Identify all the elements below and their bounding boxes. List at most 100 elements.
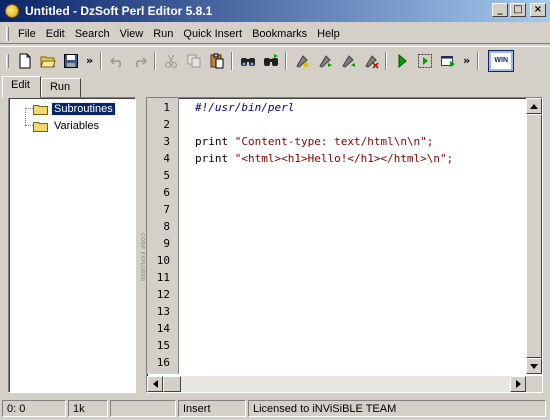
toolbar-overflow-2[interactable]: » (463, 54, 470, 67)
find-next-button[interactable] (260, 50, 281, 71)
next-bookmark-button[interactable] (314, 50, 335, 71)
toolbar-overflow-1[interactable]: » (86, 54, 93, 67)
code-keyword: print (195, 135, 229, 148)
win-toggle-button[interactable]: WIN (488, 49, 515, 72)
cut-icon (164, 54, 177, 68)
paste-button[interactable] (206, 50, 227, 71)
horizontal-scrollbar[interactable] (147, 376, 526, 392)
redo-icon (135, 56, 147, 68)
vertical-scroll-thumb[interactable] (526, 114, 542, 358)
open-folder-icon (39, 56, 56, 67)
scroll-down-button[interactable] (526, 358, 542, 374)
find-button[interactable] (237, 50, 258, 71)
toolbar-separator (285, 51, 288, 70)
run-in-window-button[interactable] (437, 50, 458, 71)
line-number: 8 (163, 220, 170, 233)
run-button[interactable] (391, 50, 412, 71)
menu-bookmarks[interactable]: Bookmarks (247, 25, 312, 43)
horizontal-scroll-thumb[interactable] (163, 376, 181, 392)
cursor-position: 0: 0 (2, 399, 66, 417)
license-info: Licensed to iNViSiBLE TEAM (248, 399, 546, 417)
win-toggle-icon: WIN (494, 57, 509, 64)
tree-item-variables[interactable]: Variables (33, 118, 101, 133)
menu-file[interactable]: File (13, 25, 41, 43)
tab-run[interactable]: Run (40, 78, 82, 98)
line-number: 15 (156, 339, 170, 352)
open-button[interactable] (37, 50, 58, 71)
edit-mode: Insert (178, 399, 246, 417)
splitter-label: CODE EXPLORER (139, 232, 145, 282)
scroll-right-arrow-icon (515, 380, 521, 388)
new-file-icon (19, 53, 30, 68)
save-button[interactable] (60, 50, 81, 71)
line-number: 13 (156, 305, 170, 318)
menu-search[interactable]: Search (70, 25, 115, 43)
redo-button[interactable] (129, 50, 150, 71)
vertical-scrollbar[interactable] (526, 98, 542, 374)
undo-button[interactable] (106, 50, 127, 71)
code-editor[interactable]: 1 2 3 4 5 6 7 8 9 10 11 12 13 14 15 16 #… (146, 97, 543, 393)
file-size: 1k (68, 399, 108, 417)
cut-button[interactable] (160, 50, 181, 71)
app-icon (5, 4, 19, 18)
toolbar-separator (477, 51, 480, 70)
code-string: "<html><h1>Hello!</h1></html>\n"; (234, 152, 454, 165)
panel-splitter[interactable]: CODE EXPLORER (136, 97, 146, 393)
line-number: 4 (163, 152, 170, 165)
menu-help[interactable]: Help (312, 25, 345, 43)
code-keyword: print (195, 152, 229, 165)
save-icon (63, 53, 78, 68)
clear-bookmarks-button[interactable] (360, 50, 381, 71)
scrollbar-corner (526, 376, 542, 392)
run-selection-button[interactable] (414, 50, 435, 71)
title-bar[interactable]: Untitled - DzSoft Perl Editor 5.8.1 _ □ … (0, 0, 550, 22)
line-number: 6 (163, 186, 170, 199)
run-selection-icon (417, 53, 432, 68)
prev-bookmark-button[interactable] (337, 50, 358, 71)
line-number: 3 (163, 135, 170, 148)
window-controls: _ □ × (492, 3, 546, 17)
tree-connector (25, 108, 26, 125)
tree-item-label: Variables (54, 119, 100, 132)
run-in-window-icon (440, 55, 455, 67)
menu-view[interactable]: View (115, 25, 149, 43)
scroll-up-button[interactable] (526, 98, 542, 114)
toolbar-grip[interactable] (6, 53, 9, 68)
line-number: 1 (163, 101, 170, 114)
menu-quick-insert[interactable]: Quick Insert (178, 25, 247, 43)
minimize-button[interactable]: _ (492, 3, 508, 17)
menubar-grip[interactable] (6, 26, 9, 41)
toolbar-separator (231, 51, 234, 70)
line-number-gutter: 1 2 3 4 5 6 7 8 9 10 11 12 13 14 15 16 (147, 98, 179, 374)
line-number: 12 (156, 288, 170, 301)
copy-icon (187, 54, 201, 67)
toggle-bookmark-button[interactable] (291, 50, 312, 71)
scroll-left-arrow-icon (152, 380, 158, 388)
menu-edit[interactable]: Edit (41, 25, 70, 43)
undo-icon (109, 56, 121, 68)
code-string: "Content-type: text/html\n\n"; (234, 135, 434, 148)
menu-run[interactable]: Run (148, 25, 178, 43)
toolbar-separator (154, 51, 157, 70)
paste-icon (210, 53, 224, 68)
line-number: 14 (156, 322, 170, 335)
maximize-button[interactable]: □ (510, 3, 526, 17)
status-bar: 0: 0 1k Insert Licensed to iNViSiBLE TEA… (0, 398, 550, 418)
toolbar-separator (385, 51, 388, 70)
code-explorer-tree[interactable]: Subroutines Variables (8, 97, 136, 393)
new-file-button[interactable] (14, 50, 35, 71)
tree-item-subroutines[interactable]: Subroutines (33, 101, 116, 116)
code-line: #!/usr/bin/perl (195, 101, 295, 114)
toolbar-separator (100, 51, 103, 70)
clear-bookmarks-icon (364, 54, 379, 69)
close-button[interactable]: × (530, 3, 546, 17)
folder-icon (33, 104, 48, 115)
tab-edit[interactable]: Edit (2, 76, 41, 98)
code-line: print "Content-type: text/html\n\n"; (195, 135, 433, 148)
scroll-right-button[interactable] (510, 376, 526, 392)
line-number: 2 (163, 118, 170, 131)
copy-button[interactable] (183, 50, 204, 71)
scroll-left-button[interactable] (147, 376, 163, 392)
tree-item-label: Subroutines (51, 101, 116, 116)
scroll-up-arrow-icon (530, 103, 538, 109)
